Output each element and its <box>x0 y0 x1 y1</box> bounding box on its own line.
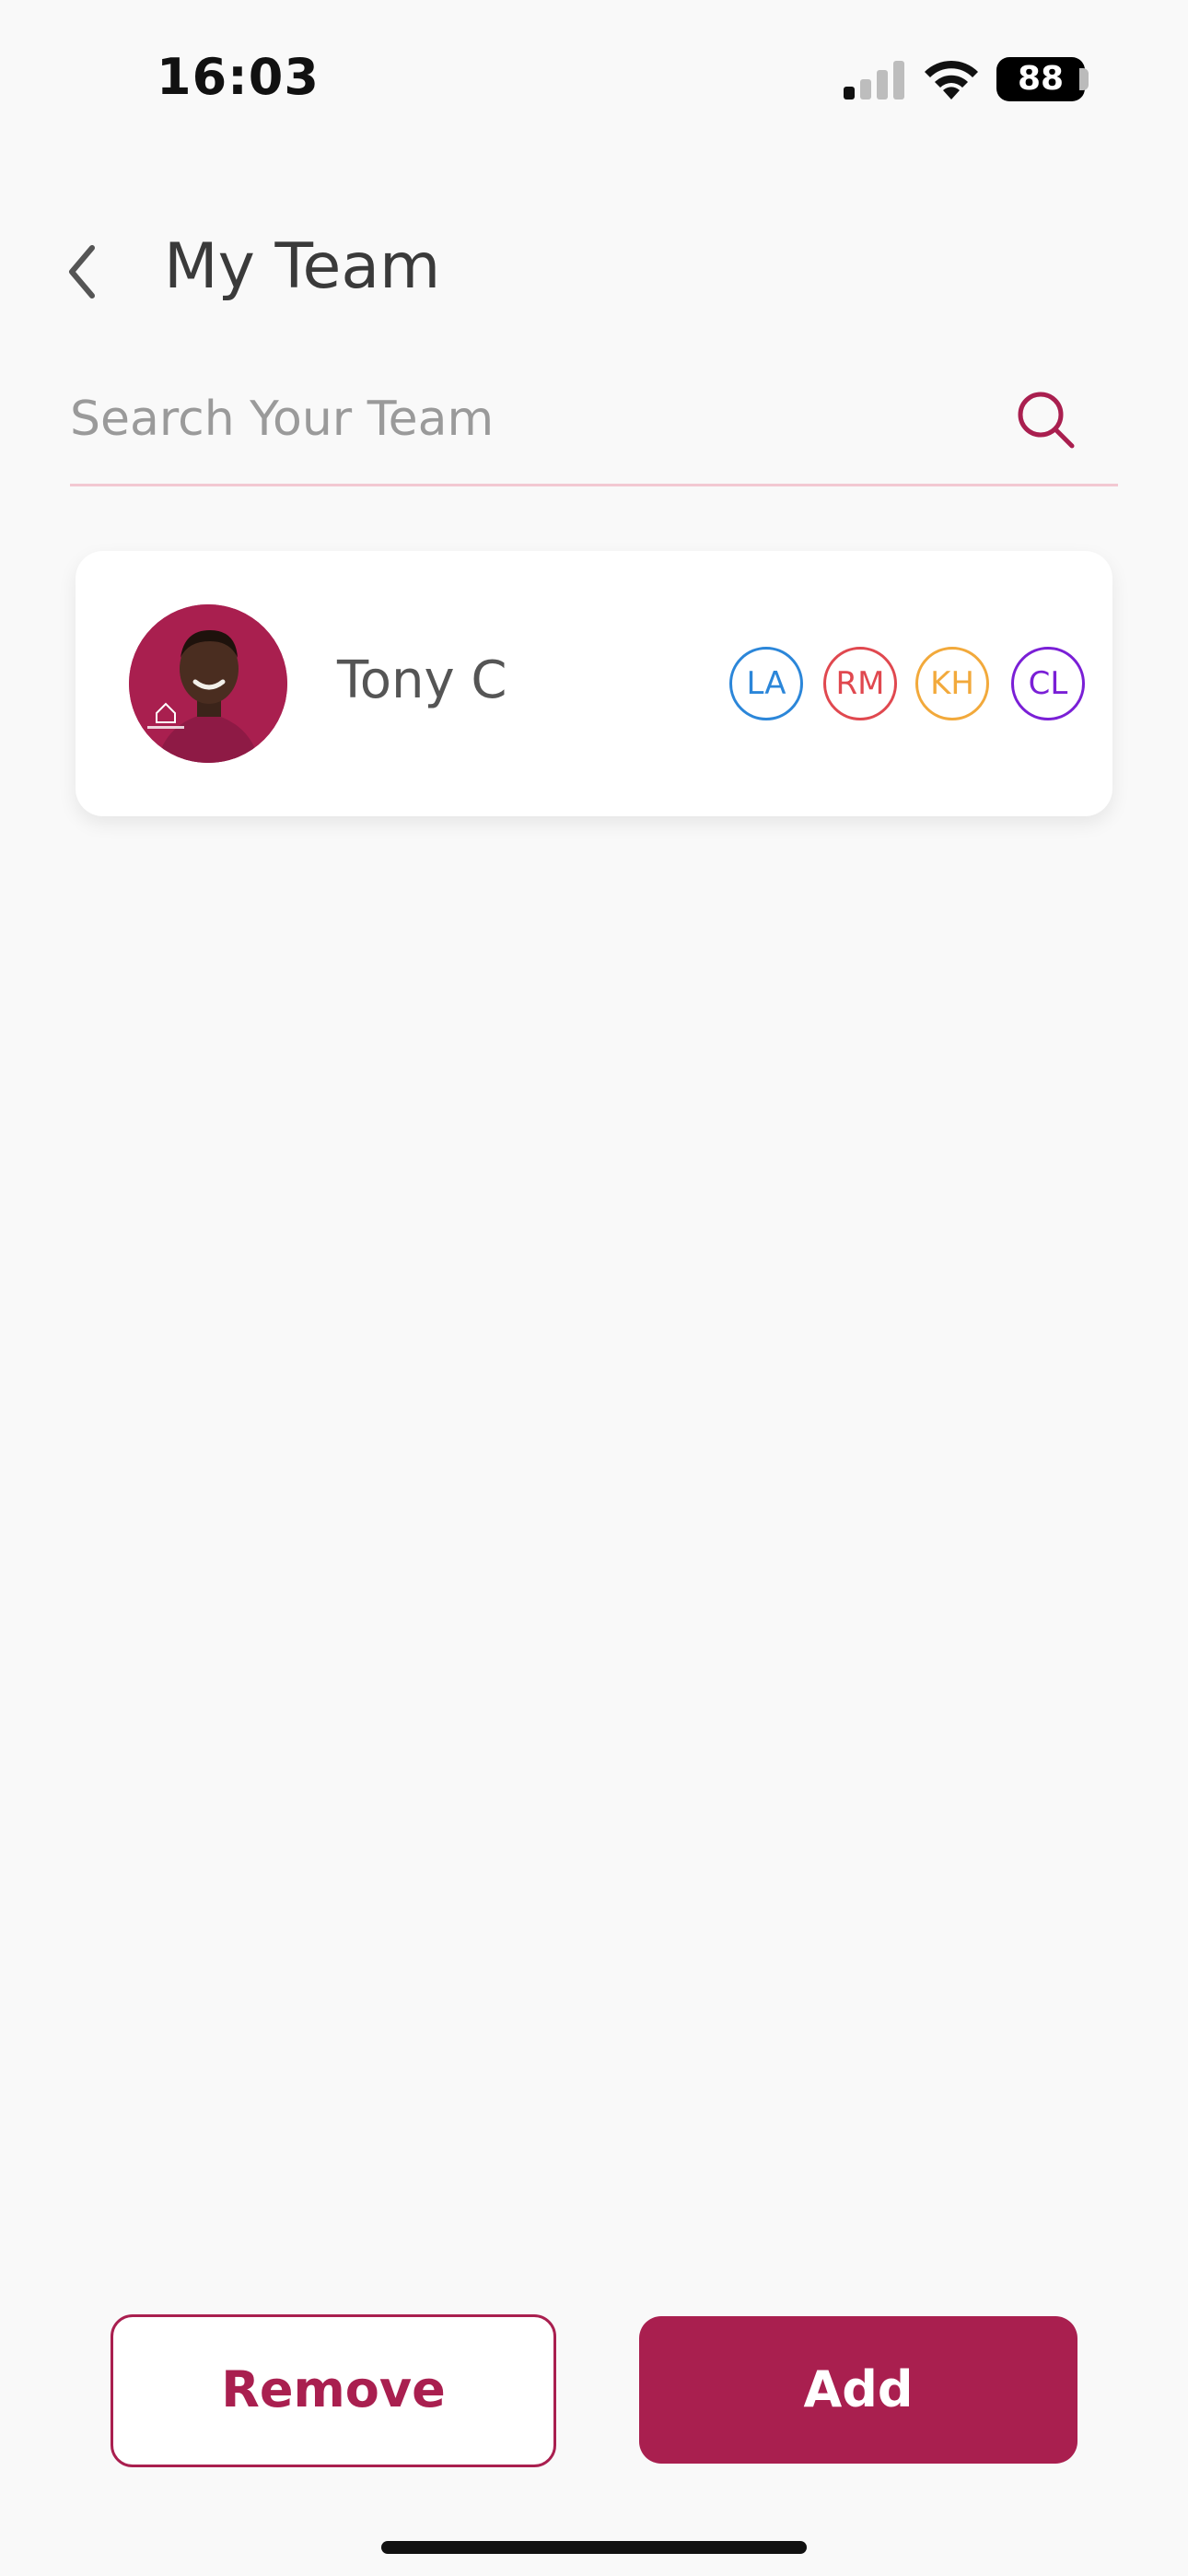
status-time: 16:03 <box>157 48 320 106</box>
back-button[interactable] <box>55 235 111 309</box>
cellular-signal-icon <box>844 61 904 100</box>
member-name: Tony C <box>337 650 507 710</box>
initials-badge-la: LA <box>729 647 803 720</box>
initials-badge-rm: RM <box>823 647 897 720</box>
avatar <box>129 604 287 763</box>
search-bar <box>70 369 1118 486</box>
status-bar: 16:03 88 <box>0 0 1188 157</box>
remove-button[interactable]: Remove <box>111 2314 556 2467</box>
team-member-card[interactable]: Tony C LA RM KH CL <box>76 551 1112 816</box>
battery-nub <box>1079 68 1089 90</box>
battery-indicator: 88 <box>996 57 1085 101</box>
initials-badge-cl: CL <box>1011 647 1085 720</box>
search-input[interactable] <box>70 378 973 461</box>
home-indicator <box>381 2541 807 2554</box>
chevron-left-icon <box>69 245 95 299</box>
initials-badge-kh: KH <box>915 647 989 720</box>
add-button[interactable]: Add <box>639 2316 1077 2464</box>
search-icon[interactable] <box>1011 385 1081 455</box>
page-title: My Team <box>164 230 441 303</box>
wifi-icon <box>925 60 978 100</box>
profile-photo <box>129 604 287 763</box>
